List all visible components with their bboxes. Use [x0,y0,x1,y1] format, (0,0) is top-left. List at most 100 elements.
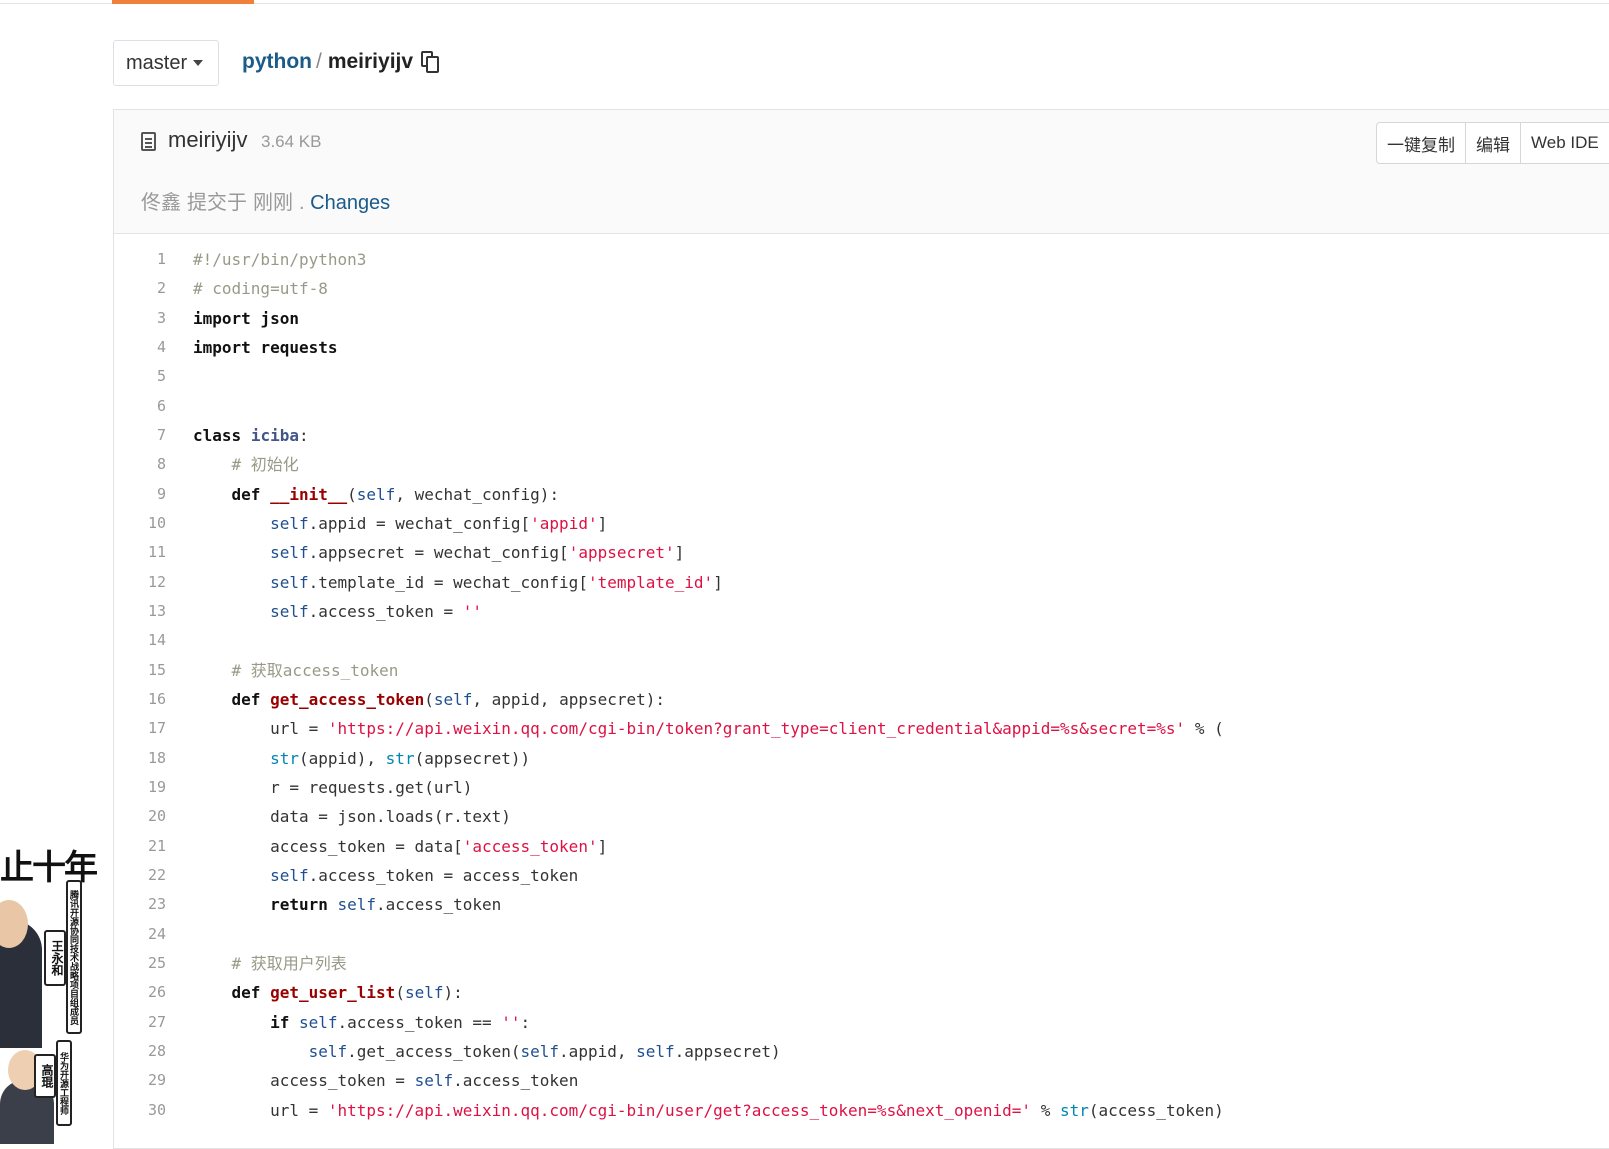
code-line: 19 r = requests.get(url) [114,773,1609,802]
line-number[interactable]: 9 [114,480,166,509]
code-token: self [270,513,309,533]
code-token: ] [713,572,723,592]
code-line: 3 import json [114,304,1609,333]
code-token: self [270,572,309,592]
code-token: ] [674,543,685,563]
line-source: r = requests.get(url) [193,773,472,802]
file-name: meiriyijv [168,127,248,152]
line-source: # 初始化 [193,450,299,479]
line-source: class iciba: [193,421,309,450]
line-number[interactable]: 2 [114,274,166,303]
code-line: 18 str(appid), str(appsecret)) [114,744,1609,773]
code-line: 20 data = json.loads(r.text) [114,802,1609,831]
code-token: def [231,484,261,504]
code-line: 8 # 初始化 [114,450,1609,479]
code-token: def [231,983,261,1003]
line-number[interactable]: 15 [114,656,166,685]
line-number[interactable]: 30 [114,1096,166,1125]
line-number[interactable]: 22 [114,861,166,890]
line-number[interactable]: 1 [114,245,166,274]
line-number[interactable]: 17 [114,714,166,743]
code-token: return [270,895,328,915]
line-source: # 获取access_token [193,656,399,685]
file-header: meiriyijv 3.64 KB 一键复制 编辑 Web IDE 佟鑫 提交于刚… [114,110,1609,234]
changes-link[interactable]: Changes [310,192,390,214]
web-ide-button[interactable]: Web IDE [1521,123,1609,163]
code-token: ( [424,689,434,709]
code-token: .template_id = wechat_config[ [308,572,588,592]
line-number[interactable]: 25 [114,949,166,978]
line-number[interactable]: 26 [114,978,166,1007]
line-number[interactable]: 29 [114,1066,166,1095]
line-number[interactable]: 19 [114,773,166,802]
line-source: self.appid = wechat_config['appid'] [193,509,607,538]
branch-selector[interactable]: master [113,40,219,86]
code-token: requests [260,337,338,357]
line-number[interactable]: 28 [114,1037,166,1066]
code-token: access_token = [193,1071,415,1091]
code-token: # coding=utf-8 [193,279,328,299]
line-number[interactable]: 20 [114,802,166,831]
copy-all-button[interactable]: 一键复制 [1377,123,1466,163]
line-number[interactable]: 18 [114,744,166,773]
file-panel: meiriyijv 3.64 KB 一键复制 编辑 Web IDE 佟鑫 提交于刚… [113,109,1609,1149]
commit-author[interactable]: 佟鑫 [141,192,181,214]
line-number[interactable]: 10 [114,509,166,538]
code-token: .access_token [453,1071,579,1091]
line-number[interactable]: 14 [114,626,166,655]
line-number[interactable]: 12 [114,568,166,597]
line-number[interactable]: 13 [114,597,166,626]
line-number[interactable]: 8 [114,450,166,479]
line-source: import requests [193,333,338,362]
line-source: #!/usr/bin/python3 [193,245,366,274]
commit-info: 佟鑫 提交于 刚刚. Changes [141,186,390,215]
code-line: 30 url = 'https://api.weixin.qq.com/cgi-… [114,1096,1609,1125]
line-number[interactable]: 16 [114,685,166,714]
breadcrumb: python / meiriyijv [242,50,440,74]
code-line: 17 url = 'https://api.weixin.qq.com/cgi-… [114,714,1609,743]
code-token: 'https://api.weixin.qq.com/cgi-bin/user/… [327,1100,1032,1120]
line-source: import json [193,304,299,333]
copy-path-icon[interactable] [421,51,440,73]
promo-banner[interactable]: 止十年 王永和 腾讯开源协同技术战略项目组成员 高琨 华为开源工程师 [0,830,108,1144]
edit-button[interactable]: 编辑 [1466,123,1521,163]
code-token: (access_token) [1088,1100,1224,1120]
line-number[interactable]: 7 [114,421,166,450]
code-token: 'https://api.weixin.qq.com/cgi-bin/token… [327,719,1186,739]
line-number[interactable]: 11 [114,538,166,567]
line-number[interactable]: 23 [114,890,166,919]
code-token: self [337,895,377,915]
code-token: , wechat_config): [395,484,560,504]
code-token: % [1031,1100,1060,1120]
code-token: 'appid' [530,513,598,533]
file-actions: 一键复制 编辑 Web IDE [1376,122,1609,164]
line-number[interactable]: 6 [114,392,166,421]
line-number[interactable]: 24 [114,920,166,949]
code-line: 9 def __init__(self, wechat_config): [114,480,1609,509]
code-token: self [520,1041,560,1061]
code-token: ): [443,983,463,1003]
line-number[interactable]: 5 [114,362,166,391]
line-number[interactable]: 4 [114,333,166,362]
code-line: 26 def get_user_list(self): [114,978,1609,1007]
code-token: .get_access_token( [347,1041,521,1061]
code-token: self [414,1071,454,1091]
code-token: .appid = wechat_config[ [308,513,531,533]
line-number[interactable]: 27 [114,1008,166,1037]
line-number[interactable]: 3 [114,304,166,333]
code-token: (appsecret)) [414,748,531,768]
code-line: 11 self.appsecret = wechat_config['appse… [114,538,1609,567]
breadcrumb-repo-link[interactable]: python [242,50,312,74]
code-line: 25 # 获取用户列表 [114,949,1609,978]
code-token: self [636,1041,675,1061]
line-number[interactable]: 21 [114,832,166,861]
promo-name-2: 高琨 [34,1054,56,1098]
